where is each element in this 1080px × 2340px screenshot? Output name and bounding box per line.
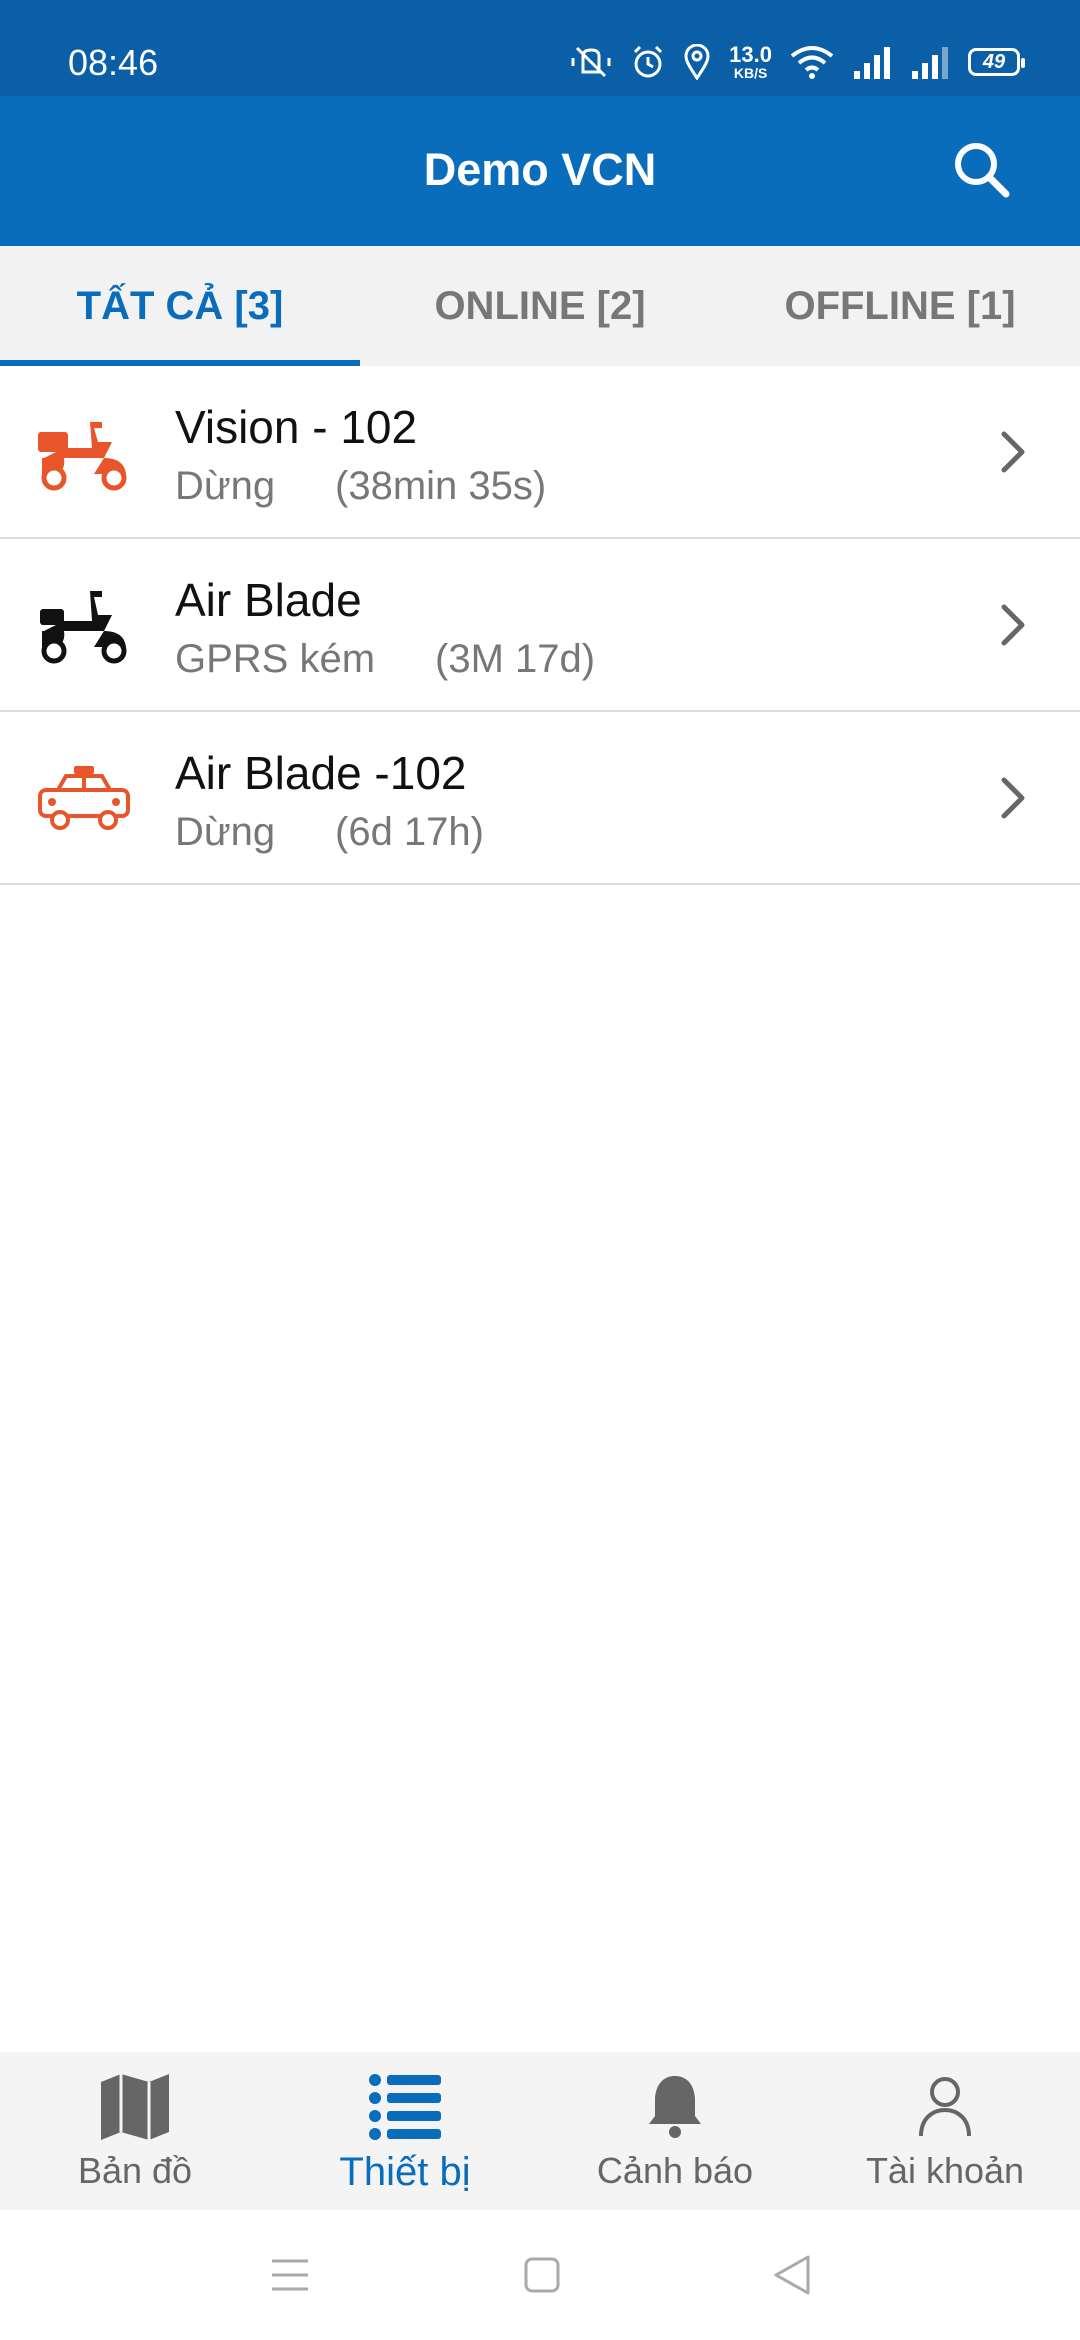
chevron-right-icon [984,597,1040,653]
nav-item-map[interactable]: Bản đồ [0,2052,270,2210]
menu-button[interactable] [268,2255,312,2295]
nav-label: Cảnh báo [596,2150,754,2191]
system-navigation [0,2210,1080,2340]
status-icons: 13.0 KB/S 49 [569,42,1025,81]
menu-icon [272,2259,308,2291]
device-state: Dừng [175,464,276,508]
device-row[interactable]: Air Blade GPRS kém (3M 17d) [0,539,1080,712]
nav-item-devices[interactable]: Thiết bị [270,2052,540,2210]
nav-item-alerts[interactable]: Cảnh báo [540,2052,810,2210]
user-icon [919,2077,971,2137]
nav-label: Bản đồ [77,2150,193,2191]
app-bar: Demo VCN [0,96,1080,246]
tab-online[interactable]: ONLINE [2] [360,246,720,366]
back-icon [774,2255,810,2295]
device-name: Vision - 102 [175,401,418,453]
home-icon [524,2257,560,2293]
bottom-navigation: Bản đồ Thiết bị Cảnh báo Tài khoản [0,2052,1080,2210]
nav-label: Tài khoản [865,2150,1025,2191]
signal-1-icon [852,45,892,79]
status-bar: 08:46 13.0 KB/S 49 [0,0,1080,96]
net-speed-value: 13.0 [729,42,772,67]
device-name: Air Blade -102 [175,747,467,799]
wifi-icon [790,44,834,80]
nav-label: Thiết bị [339,2150,471,2194]
device-row[interactable]: Air Blade -102 Dừng (6d 17h) [0,712,1080,885]
device-duration: (38min 35s) [335,464,547,508]
filter-tabs: TẤT CẢ [3] ONLINE [2] OFFLINE [1] [0,246,1080,366]
search-icon [955,143,1010,198]
scooter-icon [34,581,134,671]
delivery-scooter-icon [34,408,134,498]
device-status: GPRS kém (3M 17d) [175,637,595,682]
chevron-right-icon [984,424,1040,480]
vibrate-off-icon [569,44,613,80]
battery-indicator: 49 [968,48,1025,76]
back-button[interactable] [772,2253,812,2297]
device-list: Vision - 102 Dừng (38min 35s) Air Blade … [0,366,1080,885]
device-status: Dừng (38min 35s) [175,464,546,509]
alarm-icon [631,44,665,80]
signal-2-icon [910,45,950,79]
device-row[interactable]: Vision - 102 Dừng (38min 35s) [0,366,1080,539]
location-icon [683,44,711,80]
net-speed-unit: KB/S [733,65,768,81]
app-screen: 08:46 13.0 KB/S 49 Demo VCN TẤT CẢ [3] O… [0,0,1080,2340]
page-title: Demo VCN [423,144,657,195]
device-status: Dừng (6d 17h) [175,810,484,855]
home-button[interactable] [522,2255,562,2295]
device-duration: (6d 17h) [335,810,484,854]
tab-offline[interactable]: OFFLINE [1] [720,246,1080,366]
device-duration: (3M 17d) [435,637,596,681]
list-icon [369,2074,441,2140]
bell-icon [649,2076,701,2138]
device-state: Dừng [175,810,276,854]
map-icon [101,2074,169,2140]
device-name: Air Blade [175,574,362,626]
net-speed: 13.0 KB/S [729,42,772,81]
taxi-icon [34,754,134,844]
status-time: 08:46 [68,42,159,83]
search-button[interactable] [950,138,1014,202]
tab-all[interactable]: TẤT CẢ [3] [0,246,360,366]
device-state: GPRS kém [175,637,376,681]
nav-item-account[interactable]: Tài khoản [810,2052,1080,2210]
chevron-right-icon [984,770,1040,826]
